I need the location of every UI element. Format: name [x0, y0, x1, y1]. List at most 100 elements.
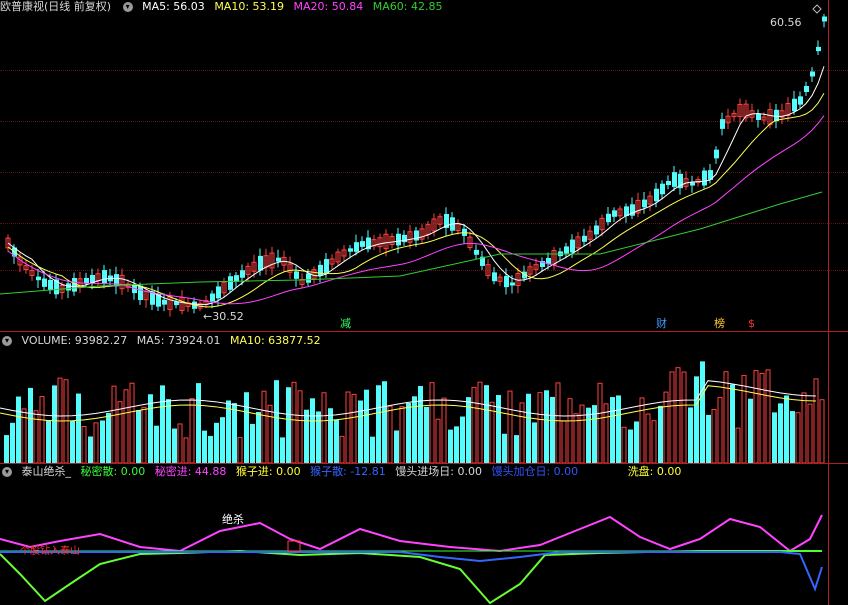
volume-bar-up: [567, 398, 573, 463]
volume-bar-up: [711, 408, 717, 463]
candle-down: [474, 249, 479, 255]
volume-bar-down: [424, 406, 429, 463]
candle-down: [162, 299, 167, 305]
candle-down: [570, 239, 575, 253]
volume-bar-up: [675, 367, 681, 463]
ma20-label: MA20: 50.84: [293, 0, 364, 13]
volume-bar-up: [183, 437, 189, 463]
indicator-name: 泰山绝杀_: [21, 465, 72, 478]
volume-bar-down: [484, 385, 489, 463]
volume-bar-up: [435, 418, 441, 463]
indicator-chart[interactable]: [0, 479, 828, 605]
volume-bar-down: [694, 376, 699, 463]
volume-bar-down: [220, 417, 225, 463]
volume-bar-down: [700, 361, 705, 463]
volume-bar-down: [88, 436, 93, 463]
volume-bar-up: [555, 382, 561, 463]
price-chart[interactable]: [0, 14, 828, 330]
volume-bar-up: [297, 390, 303, 463]
candle-down: [816, 46, 821, 52]
indicator-header: ▾ 泰山绝杀_ 秘密散: 0.00 秘密进: 44.88 猴子进: 0.00 猴…: [0, 465, 687, 479]
candle-down: [240, 270, 245, 278]
volume-bar-down: [448, 429, 453, 463]
volume-bar-up: [177, 423, 183, 463]
volume-bar-down: [454, 426, 459, 463]
volume-bar-down: [328, 408, 333, 463]
volume-bar-up: [741, 374, 747, 463]
ma60-line: [0, 191, 823, 295]
tip-label: 个股钻入泰山: [20, 546, 80, 557]
dropdown-icon[interactable]: ▾: [122, 2, 133, 12]
marker-dollar[interactable]: $: [748, 318, 755, 330]
candle-down: [396, 233, 401, 246]
candle-down: [492, 272, 497, 282]
ma5-label: MA5: 56.03: [142, 0, 205, 13]
marker-jian[interactable]: 减: [340, 318, 351, 330]
marker-bang[interactable]: 榜: [714, 318, 725, 330]
volume-bar-down: [10, 422, 15, 463]
volume-bar-up: [111, 385, 117, 463]
ma20-line: [7, 115, 825, 305]
marker-cai[interactable]: 财: [656, 318, 667, 330]
volume-label: VOLUME: 93982.27: [21, 334, 128, 347]
volume-chart[interactable]: [0, 348, 828, 463]
volume-bar-down: [154, 425, 159, 463]
volume-bar-down: [586, 407, 591, 463]
volume-bar-down: [46, 420, 51, 463]
volume-bar-up: [579, 404, 585, 463]
volume-bar-down: [688, 407, 693, 463]
volume-bar-down: [70, 420, 75, 463]
volume-bar-up: [33, 410, 39, 463]
volume-bar-up: [645, 413, 651, 463]
volume-bar-down: [76, 393, 81, 463]
volume-bar-down: [526, 393, 531, 463]
candle-down: [792, 98, 797, 112]
xipan-label: 洗盘: 0.00: [627, 465, 682, 478]
volume-bar-down: [100, 420, 105, 463]
candle-down: [48, 279, 53, 290]
volume-bar-up: [735, 427, 741, 463]
volume-bar-up: [291, 381, 297, 463]
candle-down: [804, 85, 809, 93]
candle-down: [348, 248, 353, 252]
volume-bar-down: [304, 409, 309, 463]
high-price-label: 60.56: [770, 16, 802, 29]
mimi-san-label: 秘密散: 0.00: [80, 465, 146, 478]
candle-down: [324, 259, 329, 273]
volume-bar-down: [406, 402, 411, 463]
volume-bar-up: [669, 371, 675, 463]
candle-down: [606, 213, 611, 223]
volume-bar-up: [507, 390, 513, 463]
volume-bar-down: [778, 403, 783, 463]
volume-bar-up: [39, 396, 45, 463]
volume-bar-up: [621, 426, 627, 463]
volume-bar-down: [256, 411, 261, 463]
volume-bar-up: [141, 406, 147, 463]
volume-bar-up: [267, 404, 273, 463]
volume-bar-up: [429, 382, 435, 463]
volume-bar-down: [244, 392, 249, 463]
volume-bar-up: [261, 390, 267, 463]
houzi-san-label: 猴子散: -12.81: [310, 465, 386, 478]
volume-bar-up: [321, 392, 327, 463]
dropdown-icon[interactable]: ▾: [2, 467, 12, 477]
volume-bar-down: [148, 394, 153, 463]
candle-down: [504, 276, 509, 288]
candle-down: [642, 199, 647, 208]
volume-bar-down: [16, 396, 21, 463]
volume-bar-down: [106, 412, 111, 463]
mimi-jin-label: 秘密进: 44.88: [154, 465, 227, 478]
volume-bar-up: [717, 397, 723, 463]
candle-down: [294, 271, 299, 279]
volume-bar-down: [358, 400, 363, 463]
dropdown-icon[interactable]: ▾: [2, 336, 12, 346]
volume-bar-down: [658, 405, 663, 463]
candle-down: [510, 282, 515, 286]
candle-down: [306, 273, 311, 283]
volume-bar-down: [316, 411, 321, 463]
candle-down: [414, 230, 419, 241]
volume-bar-up: [723, 371, 729, 463]
houzi-jin-label: 猴子进: 0.00: [235, 465, 301, 478]
volume-bar-up: [807, 403, 813, 463]
window-toggle-icon[interactable]: [812, 4, 822, 14]
